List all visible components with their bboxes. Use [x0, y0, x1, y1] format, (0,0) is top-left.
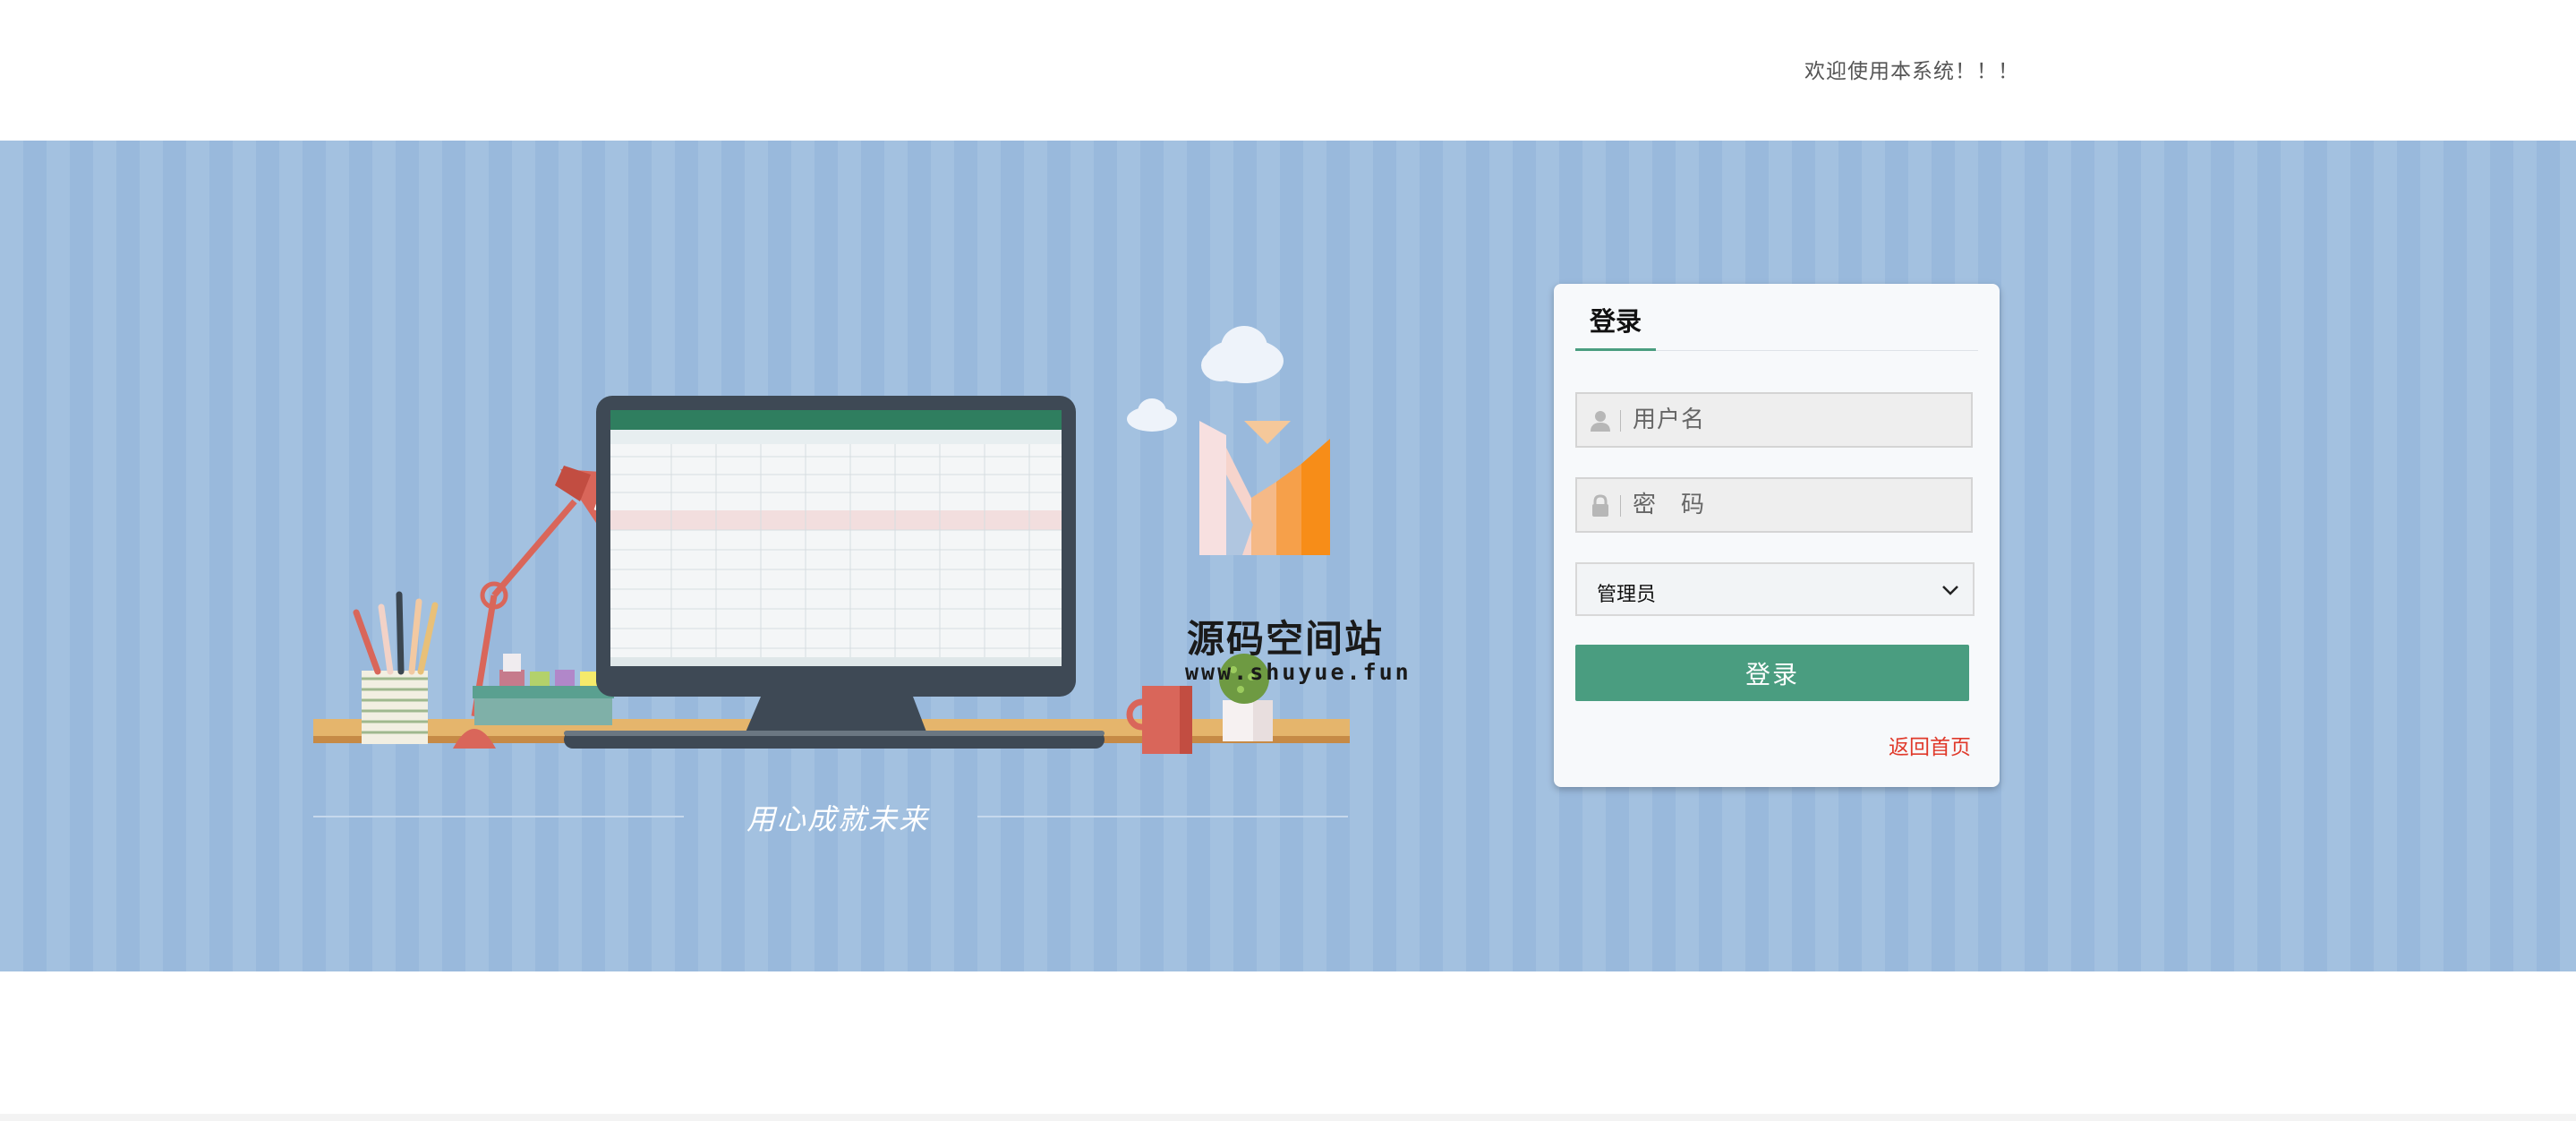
role-select[interactable]: 管理员 [1575, 562, 1975, 616]
footer-divider [0, 1114, 2576, 1121]
desk-illustration [313, 326, 1350, 817]
back-home-link[interactable]: 返回首页 [1889, 730, 1971, 760]
username-field[interactable] [1575, 392, 1973, 448]
login-button[interactable]: 登录 [1575, 645, 1969, 701]
role-selected-value: 管理员 [1597, 584, 1657, 606]
logo-title: 源码空间站 [1187, 617, 1385, 661]
password-input[interactable] [1631, 479, 1962, 531]
field-separator [1620, 410, 1621, 432]
logo-url: www.shuyue.fun [1185, 659, 1412, 685]
top-header: 欢迎使用本系统！！！ [0, 0, 2576, 141]
lock-icon [1592, 494, 1608, 517]
login-tab-row: 登录 [1575, 284, 1978, 351]
cloud-small-icon [1127, 398, 1177, 432]
username-input[interactable] [1631, 394, 1962, 446]
welcome-text: 欢迎使用本系统！！！ [1804, 60, 2019, 83]
tab-login[interactable]: 登录 [1575, 305, 1656, 351]
cloud-large-icon [1201, 326, 1284, 383]
user-icon [1591, 411, 1610, 432]
field-separator [1620, 495, 1621, 517]
chevron-down-icon [1942, 586, 1958, 595]
login-card: 登录 管理员 登录 返回首页 [1554, 284, 2000, 787]
site-logo-icon [1199, 421, 1330, 555]
slogan-text: 用心成就未来 [746, 802, 930, 836]
password-field[interactable] [1575, 477, 1973, 533]
